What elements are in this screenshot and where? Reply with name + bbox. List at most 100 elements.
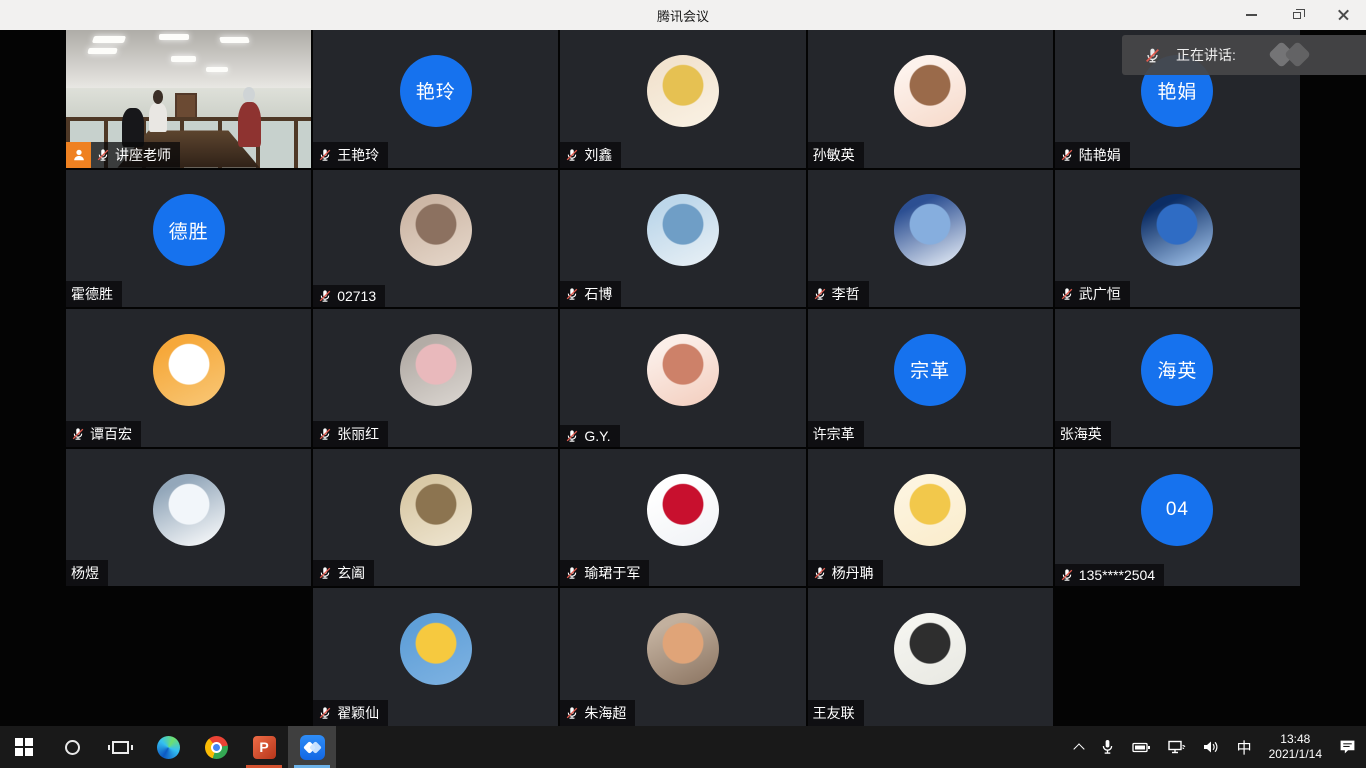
participant-tile[interactable]: 王友联 xyxy=(808,588,1053,726)
initials-avatar: 宗革 xyxy=(894,334,966,406)
image-avatar xyxy=(647,194,719,266)
participant-name: 135****2504 xyxy=(1079,567,1155,583)
participant-nametag: G.Y. xyxy=(560,425,619,447)
participant-name: 谭百宏 xyxy=(90,424,132,444)
participant-nametag: 李哲 xyxy=(808,281,869,307)
participant-tile[interactable]: 玄阖 xyxy=(313,449,558,587)
mic-muted-icon xyxy=(1060,148,1074,162)
participant-tile[interactable]: 李哲 xyxy=(808,170,1053,308)
mic-muted-icon xyxy=(565,287,579,301)
participant-name: G.Y. xyxy=(584,428,610,444)
mic-muted-icon xyxy=(813,566,827,580)
participant-tile[interactable]: 谭百宏 xyxy=(66,309,311,447)
mic-muted-icon xyxy=(1060,287,1074,301)
participant-tile[interactable]: 朱海超 xyxy=(560,588,805,726)
ime-language-indicator[interactable]: 中 xyxy=(1237,737,1252,758)
initials-avatar: 04 xyxy=(1141,474,1213,546)
task-view-button[interactable] xyxy=(96,726,144,768)
participant-tile[interactable]: 翟颖仙 xyxy=(313,588,558,726)
participant-tile[interactable]: 刘鑫 xyxy=(560,30,805,168)
meeting-logo-watermark xyxy=(1264,42,1320,68)
speaking-label: 正在讲话: xyxy=(1176,45,1236,65)
clock-time: 13:48 xyxy=(1269,732,1322,747)
image-avatar xyxy=(400,474,472,546)
window-titlebar: 腾讯会议 xyxy=(0,0,1366,30)
participant-grid: 讲座老师艳玲王艳玲刘鑫孙敏英艳娟陆艳娟德胜霍德胜02713石博李哲武广恒谭百宏张… xyxy=(66,30,1300,726)
mic-muted-icon xyxy=(565,148,579,162)
host-icon xyxy=(66,142,91,168)
hidden-icons-chevron[interactable] xyxy=(1073,743,1084,754)
mic-muted-icon xyxy=(96,148,110,162)
close-button[interactable] xyxy=(1320,0,1366,30)
participant-nametag: 翟颖仙 xyxy=(313,700,388,726)
initials-avatar: 德胜 xyxy=(153,194,225,266)
participant-nametag: 许宗革 xyxy=(808,421,864,447)
empty-slot xyxy=(1055,588,1300,726)
participant-name: 张丽红 xyxy=(337,424,379,444)
battery-icon[interactable] xyxy=(1132,741,1151,754)
participant-nametag: 瑜珺于军 xyxy=(560,560,649,586)
participant-name: 陆艳娟 xyxy=(1079,145,1121,165)
image-avatar xyxy=(1141,194,1213,266)
taskbar-clock[interactable]: 13:48 2021/1/14 xyxy=(1269,732,1322,762)
initials-avatar: 海英 xyxy=(1141,334,1213,406)
person-silhouette xyxy=(238,102,261,147)
participant-nametag: 135****2504 xyxy=(1055,564,1164,586)
volume-icon[interactable] xyxy=(1203,740,1220,754)
participant-tile[interactable]: G.Y. xyxy=(560,309,805,447)
participant-name: 武广恒 xyxy=(1079,284,1121,304)
microphone-icon[interactable] xyxy=(1100,739,1115,755)
windows-taskbar: P 中 13:48 2021/1/14 xyxy=(0,726,1366,768)
participant-tile[interactable]: 04 135****2504 xyxy=(1055,449,1300,587)
network-icon[interactable] xyxy=(1168,740,1186,754)
participant-tile[interactable]: 杨丹聃 xyxy=(808,449,1053,587)
notification-center-icon[interactable] xyxy=(1339,739,1356,755)
edge-taskbar-button[interactable] xyxy=(144,726,192,768)
search-icon xyxy=(65,740,80,755)
restore-button[interactable] xyxy=(1274,0,1320,30)
participant-nametag: 孙敏英 xyxy=(808,142,864,168)
participant-name: 朱海超 xyxy=(584,703,626,723)
powerpoint-taskbar-button[interactable]: P xyxy=(240,726,288,768)
mic-muted-icon xyxy=(318,148,332,162)
image-avatar xyxy=(647,55,719,127)
chrome-taskbar-button[interactable] xyxy=(192,726,240,768)
participant-nametag: 谭百宏 xyxy=(66,421,141,447)
participant-nametag: 王友联 xyxy=(808,700,864,726)
participant-tile[interactable]: 杨煜 xyxy=(66,449,311,587)
participant-tile[interactable]: 海英张海英 xyxy=(1055,309,1300,447)
participant-tile[interactable]: 02713 xyxy=(313,170,558,308)
participant-tile[interactable]: 石博 xyxy=(560,170,805,308)
powerpoint-icon: P xyxy=(253,736,276,759)
participant-tile[interactable]: 讲座老师 xyxy=(66,30,311,168)
minimize-button[interactable] xyxy=(1228,0,1274,30)
participant-name: 霍德胜 xyxy=(71,284,113,304)
start-button[interactable] xyxy=(0,726,48,768)
search-button[interactable] xyxy=(48,726,96,768)
image-avatar xyxy=(647,613,719,685)
participant-name: 张海英 xyxy=(1060,424,1102,444)
empty-slot xyxy=(66,588,311,726)
participant-tile[interactable]: 孙敏英 xyxy=(808,30,1053,168)
participant-tile[interactable]: 德胜霍德胜 xyxy=(66,170,311,308)
tencent-meeting-taskbar-button[interactable] xyxy=(288,726,336,768)
participant-name: 讲座老师 xyxy=(115,145,171,165)
participant-name: 翟颖仙 xyxy=(337,703,379,723)
participant-tile[interactable]: 宗革许宗革 xyxy=(808,309,1053,447)
participant-name: 瑜珺于军 xyxy=(584,563,640,583)
participant-tile[interactable]: 瑜珺于军 xyxy=(560,449,805,587)
participant-name: 杨丹聃 xyxy=(832,563,874,583)
mic-muted-icon xyxy=(1144,47,1161,64)
participant-tile[interactable]: 武广恒 xyxy=(1055,170,1300,308)
mic-muted-icon xyxy=(318,706,332,720)
participant-tile[interactable]: 艳玲王艳玲 xyxy=(313,30,558,168)
image-avatar xyxy=(400,194,472,266)
windows-start-icon xyxy=(15,738,33,756)
meeting-stage: 讲座老师艳玲王艳玲刘鑫孙敏英艳娟陆艳娟德胜霍德胜02713石博李哲武广恒谭百宏张… xyxy=(0,30,1366,726)
image-avatar xyxy=(647,334,719,406)
window-controls xyxy=(1228,0,1366,30)
participant-tile[interactable]: 张丽红 xyxy=(313,309,558,447)
participant-name: 李哲 xyxy=(832,284,860,304)
image-avatar xyxy=(894,194,966,266)
image-avatar xyxy=(400,334,472,406)
